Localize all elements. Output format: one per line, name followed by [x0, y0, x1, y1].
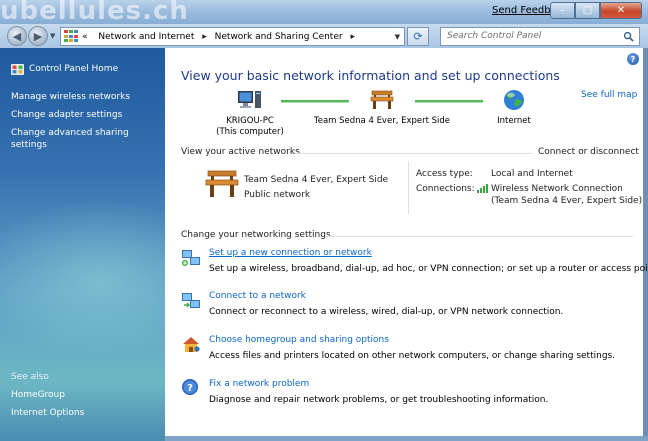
search-box[interactable]: Search Control Panel: [440, 27, 640, 46]
see-also-heading: See also: [11, 372, 49, 382]
map-node-this-computer[interactable]: KRIGOU-PC (This computer): [205, 88, 295, 138]
window-controls: – □ ✕: [550, 2, 642, 19]
internet-label: Internet: [497, 116, 531, 126]
search-input[interactable]: Search Control Panel: [447, 31, 541, 41]
sidebar-item-manage-wireless-networks[interactable]: Manage wireless networks: [11, 91, 130, 103]
forward-arrow-icon: ▶: [33, 29, 43, 43]
sidebar-item-change-adapter-settings[interactable]: Change adapter settings: [11, 109, 122, 121]
wireless-connection-link-network[interactable]: (Team Sedna 4 Ever, Expert Side): [491, 196, 642, 206]
breadcrumb-separator[interactable]: ▸: [202, 32, 207, 42]
bench-icon: [370, 90, 394, 109]
connect-network-icon: [182, 293, 200, 308]
computer-name: KRIGOU-PC: [226, 116, 274, 126]
breadcrumb-separator[interactable]: ▸: [350, 32, 355, 42]
see-full-map-link[interactable]: See full map: [581, 90, 637, 100]
network-category-link[interactable]: Public network: [244, 190, 310, 200]
homegroup-sharing-description: Access files and printers located on oth…: [209, 351, 616, 361]
sidebar-item-homegroup[interactable]: HomeGroup: [11, 389, 65, 401]
recent-pages-dropdown[interactable]: ▼: [50, 32, 55, 40]
sidebar-item-label: Control Panel Home: [29, 64, 119, 74]
connect-to-network-link[interactable]: Connect to a network: [209, 291, 306, 301]
section-divider: [408, 161, 409, 214]
close-button[interactable]: ✕: [600, 2, 642, 19]
wireless-signal-icon: [477, 184, 488, 193]
computer-subtitle: (This computer): [216, 127, 284, 137]
main-content: ? View your basic network information an…: [165, 48, 648, 436]
sidebar-item-change-advanced-sharing[interactable]: Change advanced sharing: [11, 127, 129, 139]
breadcrumb-overflow[interactable]: «: [82, 32, 88, 42]
network-name: Team Sedna 4 Ever, Expert Side: [313, 116, 451, 126]
access-type-label: Access type:: [416, 169, 473, 179]
sidebar-item-change-advanced-sharing-settings[interactable]: settings: [11, 139, 47, 151]
homegroup-sharing-link[interactable]: Choose homegroup and sharing options: [209, 335, 389, 345]
connections-label: Connections:: [416, 184, 475, 194]
map-node-internet[interactable]: Internet: [481, 88, 547, 127]
sidebar: Control Panel Home Manage wireless netwo…: [0, 48, 165, 441]
map-node-network[interactable]: Team Sedna 4 Ever, Expert Side: [309, 88, 455, 127]
window-bottom-border: [165, 436, 648, 441]
address-bar[interactable]: « Network and Internet ▸ Network and Sha…: [60, 27, 405, 46]
setup-new-connection-description: Set up a wireless, broadband, dial-up, a…: [209, 264, 648, 274]
breadcrumb-network-and-sharing-center[interactable]: Network and Sharing Center: [215, 32, 343, 42]
help-icon: ?: [630, 54, 636, 64]
navigation-bar: ◀ ▶ ▼ « Network and Internet ▸ Network a…: [0, 24, 648, 48]
fix-network-problem-description: Diagnose and repair network problems, or…: [209, 395, 549, 405]
active-networks-heading: View your active networks: [181, 147, 300, 157]
address-dropdown-icon[interactable]: ▼: [395, 33, 400, 41]
title-bar: ubellules.ch Send Feedback – □ ✕: [0, 0, 648, 26]
section-divider: [295, 153, 533, 154]
active-network-name: Team Sedna 4 Ever, Expert Side: [244, 175, 389, 185]
access-type-value: Local and Internet: [491, 169, 573, 179]
wireless-connection-link[interactable]: Wireless Network Connection: [491, 184, 623, 194]
refresh-icon: ⟳: [413, 30, 423, 43]
watermark-text: ubellules.ch: [0, 0, 189, 26]
control-panel-icon: [64, 30, 78, 43]
search-icon[interactable]: [623, 31, 634, 42]
svg-text:?: ?: [187, 383, 193, 394]
forward-button[interactable]: ▶: [28, 26, 48, 46]
new-connection-icon: [182, 250, 200, 266]
homegroup-icon: [183, 337, 200, 352]
computer-icon: [238, 91, 261, 108]
sidebar-item-internet-options[interactable]: Internet Options: [11, 407, 84, 419]
change-settings-heading: Change your networking settings: [181, 230, 331, 240]
back-button[interactable]: ◀: [7, 26, 27, 46]
fix-network-problem-link[interactable]: Fix a network problem: [209, 379, 309, 389]
maximize-button[interactable]: □: [575, 2, 600, 19]
globe-icon: [504, 90, 524, 110]
help-button[interactable]: ?: [627, 53, 639, 65]
control-panel-home-icon: [11, 63, 24, 75]
page-title: View your basic network information and …: [181, 68, 560, 83]
sidebar-item-control-panel-home[interactable]: Control Panel Home: [11, 63, 118, 75]
bench-icon: [205, 170, 239, 197]
breadcrumb: « Network and Internet ▸ Network and Sha…: [82, 32, 360, 42]
minimize-button[interactable]: –: [550, 2, 575, 19]
section-divider: [325, 236, 633, 237]
connect-to-network-description: Connect or reconnect to a wireless, wire…: [209, 307, 564, 317]
connect-or-disconnect-link[interactable]: Connect or disconnect: [538, 147, 639, 157]
troubleshoot-icon: ?: [182, 379, 198, 395]
back-arrow-icon: ◀: [12, 29, 22, 43]
refresh-button[interactable]: ⟳: [407, 27, 429, 46]
breadcrumb-network-and-internet[interactable]: Network and Internet: [98, 32, 194, 42]
map-link-line: [415, 100, 483, 103]
setup-new-connection-link[interactable]: Set up a new connection or network: [209, 248, 372, 258]
